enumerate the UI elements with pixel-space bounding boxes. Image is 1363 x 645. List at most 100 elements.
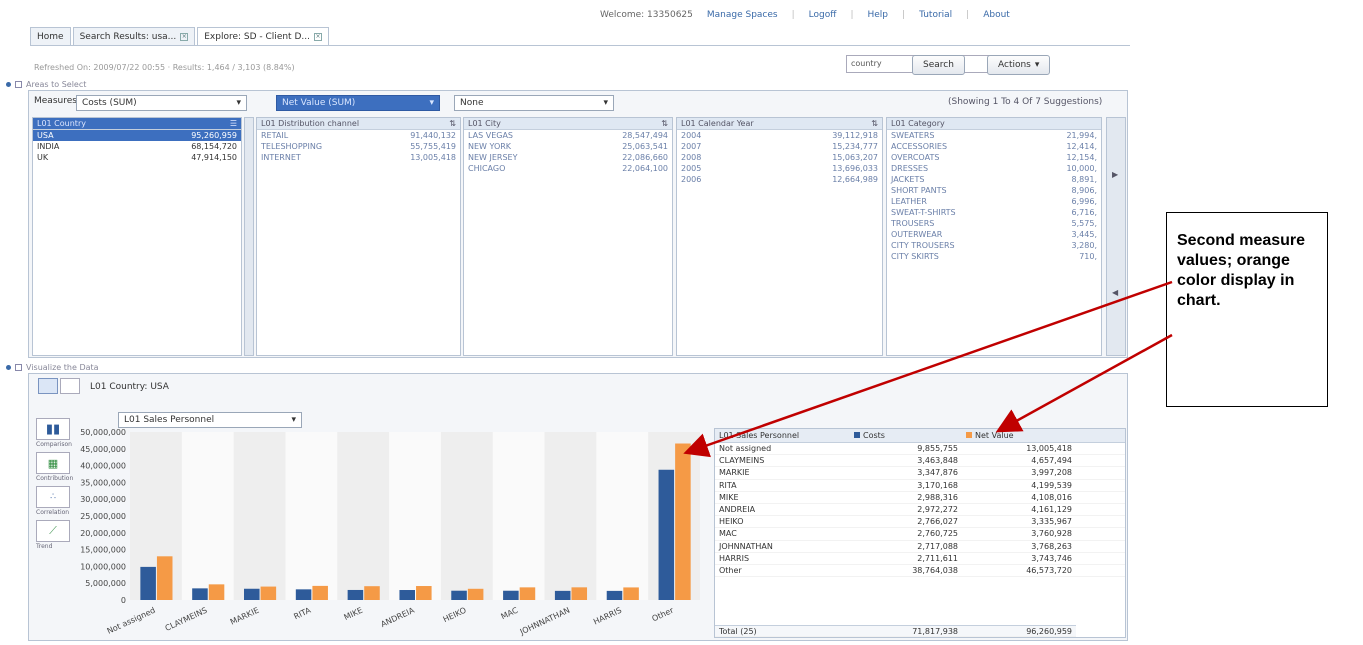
search-button[interactable]: Search (912, 55, 965, 75)
y-tick-label: 20,000,000 (80, 529, 126, 538)
list-item[interactable]: INDIA 68,154,720 (33, 141, 241, 152)
heatmap-icon: ▦ (47, 456, 59, 470)
list-item[interactable]: ACCESSORIES 12,414, (887, 141, 1101, 152)
list-calendar-year[interactable]: L01 Calendar Year ⇅ 2004 39,112,918 2007 15… (676, 117, 883, 356)
table-row[interactable]: CLAYMEINS 3,463,848 4,657,494 (715, 455, 1125, 468)
list-city[interactable]: L01 City ⇅ LAS VEGAS 28,547,494 NEW YORK 25… (463, 117, 673, 356)
list-item[interactable]: 2004 39,112,918 (677, 130, 882, 141)
help-link[interactable]: Help (868, 10, 889, 20)
list-category[interactable]: L01 Category SWEATERS 21,994, ACCESSORIES… (886, 117, 1102, 356)
about-link[interactable]: About (983, 10, 1010, 20)
dimension-select[interactable]: L01 Sales Personnel ▾ (118, 412, 302, 428)
comparison-chart-button[interactable]: ▮▮ (36, 418, 70, 440)
contribution-chart-button[interactable]: ▦ (36, 452, 70, 474)
list-item[interactable]: SWEAT-T-SHIRTS 6,716, (887, 207, 1101, 218)
close-icon[interactable]: × (313, 33, 322, 41)
x-tick-label: Other (651, 605, 676, 623)
tab-home[interactable]: Home (30, 27, 71, 46)
tab-search-results[interactable]: Search Results: usa... × (72, 27, 196, 46)
list-item[interactable]: JACKETS 8,891, (887, 174, 1101, 185)
y-tick-label: 30,000,000 (80, 495, 126, 504)
column-header[interactable]: Costs (850, 429, 962, 442)
splitter[interactable] (244, 117, 254, 356)
chart-bar (260, 586, 277, 600)
list-item[interactable]: LAS VEGAS 28,547,494 (464, 130, 672, 141)
close-icon[interactable]: × (180, 33, 189, 41)
list-item[interactable]: USA 95,260,959 (33, 130, 241, 141)
list-item[interactable]: TELESHOPPING 55,755,419 (257, 141, 460, 152)
table-row[interactable]: MARKIE 3,347,876 3,997,208 (715, 467, 1125, 480)
table-row[interactable]: MIKE 2,988,316 4,108,016 (715, 492, 1125, 504)
scroll-pager[interactable]: ▶ ◀ (1106, 117, 1126, 356)
visualize-section-header[interactable]: Visualize the Data (6, 363, 99, 372)
column-header[interactable]: Net Value (962, 429, 1076, 442)
trend-chart-button[interactable]: ⟋ (36, 520, 70, 542)
context-label: L01 Country: USA (90, 382, 169, 392)
x-tick-label: RITA (292, 605, 312, 621)
tool-label: Correlation (36, 509, 70, 516)
chart-view-toggle[interactable] (38, 378, 58, 394)
list-item[interactable]: CITY TROUSERS 3,280, (887, 240, 1101, 251)
prev-arrow-icon[interactable]: ◀ (1112, 288, 1118, 297)
list-country[interactable]: L01 Country ☰ USA 95,260,959 INDIA 68,154,7… (32, 117, 242, 356)
list-item[interactable]: NEW JERSEY 22,086,660 (464, 152, 672, 163)
list-item[interactable]: CITY SKIRTS 710, (887, 251, 1101, 262)
list-item[interactable]: 2006 12,664,989 (677, 174, 882, 185)
top-links: Welcome: 13350625 Manage Spaces | Logoff… (600, 10, 1010, 20)
table-row[interactable]: ANDREIA 2,972,272 4,161,129 (715, 504, 1125, 517)
measure-3-select[interactable]: None ▾ (454, 95, 614, 111)
table-row[interactable]: Other 38,764,038 46,573,720 (715, 565, 1125, 578)
chart-bar (208, 584, 225, 600)
manage-spaces-link[interactable]: Manage Spaces (707, 10, 778, 20)
list-item[interactable]: TROUSERS 5,575, (887, 218, 1101, 229)
list-item[interactable]: SWEATERS 21,994, (887, 130, 1101, 141)
list-item[interactable]: 2008 15,063,207 (677, 152, 882, 163)
table-row[interactable]: HEIKO 2,766,027 3,335,967 (715, 516, 1125, 529)
table-row[interactable]: Not assigned 9,855,755 13,005,418 (715, 443, 1125, 456)
chart-bar (675, 443, 691, 600)
table-total-row: Total (25) 71,817,938 96,260,959 (715, 624, 1076, 637)
list-item[interactable]: 2005 13,696,033 (677, 163, 882, 174)
logoff-link[interactable]: Logoff (809, 10, 837, 20)
measure-2-select[interactable]: Net Value (SUM) ▾ (276, 95, 440, 111)
list-item[interactable]: CHICAGO 22,064,100 (464, 163, 672, 174)
plot-area (130, 432, 700, 600)
list-distribution-channel[interactable]: L01 Distribution channel ⇅ RETAIL 91,440,1… (256, 117, 461, 356)
correlation-chart-button[interactable]: ∴ (36, 486, 70, 508)
list-item[interactable]: SHORT PANTS 8,906, (887, 185, 1101, 196)
actions-button[interactable]: Actions ▾ (987, 55, 1051, 75)
tutorial-link[interactable]: Tutorial (919, 10, 952, 20)
list-item[interactable]: DRESSES 10,000, (887, 163, 1101, 174)
table-row[interactable]: JOHNNATHAN 2,717,088 3,768,263 (715, 541, 1125, 553)
list-item[interactable]: 2007 15,234,777 (677, 141, 882, 152)
list-item[interactable]: LEATHER 6,996, (887, 196, 1101, 207)
table-row[interactable]: HARRIS 2,711,611 3,743,746 (715, 553, 1125, 565)
line-chart-icon: ⟋ (49, 524, 57, 537)
x-tick-label: MAC (500, 605, 520, 621)
list-item[interactable]: OUTERWEAR 3,445, (887, 229, 1101, 240)
list-item[interactable]: RETAIL 91,440,132 (257, 130, 460, 141)
chart-bar (571, 587, 588, 600)
y-tick-label: 40,000,000 (80, 462, 126, 471)
tool-label: Comparison (36, 441, 72, 448)
y-tick-label: 5,000,000 (85, 579, 126, 588)
list-item[interactable]: NEW YORK 25,063,541 (464, 141, 672, 152)
measure-1-select[interactable]: Costs (SUM) ▾ (76, 95, 247, 111)
list-item[interactable]: INTERNET 13,005,418 (257, 152, 460, 163)
chart-bar (519, 587, 536, 600)
next-arrow-icon[interactable]: ▶ (1112, 170, 1118, 179)
list-item[interactable]: OVERCOATS 12,154, (887, 152, 1101, 163)
y-tick-label: 15,000,000 (80, 546, 126, 555)
chart-bar (554, 590, 571, 600)
chart-bar (312, 585, 328, 600)
table-row[interactable]: MAC 2,760,725 3,760,928 (715, 528, 1125, 541)
column-header[interactable]: L01 Sales Personnel (715, 429, 850, 442)
refresh-status: Refreshed On: 2009/07/22 00:55 · Results… (34, 63, 295, 72)
x-tick-label: HEIKO (442, 606, 468, 625)
select-section-header[interactable]: Areas to Select (6, 80, 86, 89)
band (337, 432, 390, 600)
tab-explore[interactable]: Explore: SD - Client D... × (197, 27, 329, 46)
table-row[interactable]: RITA 3,170,168 4,199,539 (715, 480, 1125, 492)
table-view-toggle[interactable] (60, 378, 80, 394)
list-item[interactable]: UK 47,914,150 (33, 152, 241, 163)
